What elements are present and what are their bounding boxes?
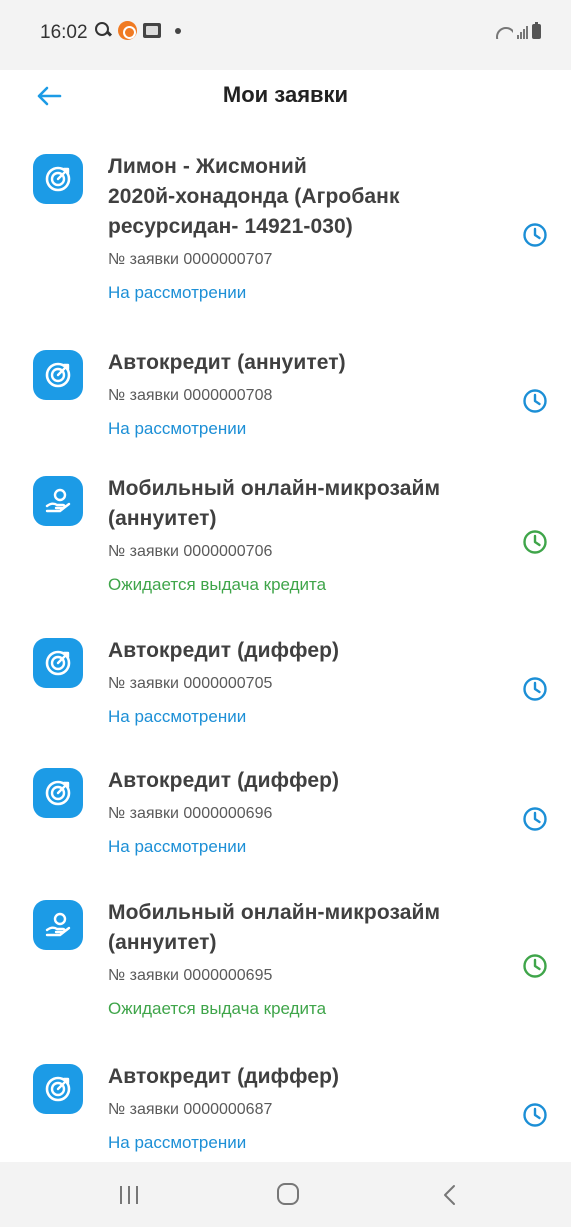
application-title-line: ресурсидан- 14921-030) <box>108 215 353 238</box>
target-icon <box>33 638 83 688</box>
application-title: Автокредит (диффер) <box>108 766 508 796</box>
application-number: № заявки 0000000706 <box>108 543 273 560</box>
target-icon <box>33 768 83 818</box>
application-number: № заявки 0000000707 <box>108 251 273 268</box>
status-bar: 16:02 <box>0 0 571 70</box>
target-icon <box>33 350 83 400</box>
application-item[interactable]: Мобильный онлайн-микрозайм (аннуитет) № за… <box>0 474 571 597</box>
application-number: № заявки 0000000695 <box>108 967 273 984</box>
clock-icon <box>523 388 547 413</box>
application-title-line: Мобильный онлайн-микрозайм <box>108 901 441 924</box>
application-status: На рассмотрении <box>108 283 247 302</box>
application-title: Автокредит (диффер) <box>108 1062 508 1092</box>
clock-icon <box>523 806 547 831</box>
page-title: Мои заявки <box>222 82 349 107</box>
application-number: № заявки 0000000705 <box>108 675 273 692</box>
application-status: На рассмотрении <box>108 837 247 856</box>
application-status: На рассмотрении <box>108 1133 247 1152</box>
application-status: Ожидается выдача кредита <box>108 999 327 1018</box>
application-title-line: (аннуитет) <box>108 931 217 954</box>
application-status: На рассмотрении <box>108 419 247 438</box>
application-title: Автокредит (аннуитет) <box>108 348 508 378</box>
application-item[interactable]: Автокредит (диффер) № заявки 0000000705 На… <box>0 636 571 729</box>
application-item[interactable]: Автокредит (диффер) № заявки 0000000687 На… <box>0 1062 571 1155</box>
application-item[interactable]: Лимон - Жисмоний 2020й-хонадонда (Агробан… <box>0 152 571 305</box>
application-details: Автокредит (диффер) № заявки 0000000696 На… <box>108 766 508 859</box>
application-title-line: Автокредит (диффер) <box>108 639 340 662</box>
application-details: Автокредит (диффер) № заявки 0000000705 На… <box>108 636 508 729</box>
wifi-icon <box>495 25 513 39</box>
clock-icon <box>523 676 547 701</box>
application-details: Мобильный онлайн-микрозайм (аннуитет) № за… <box>108 898 508 1021</box>
target-icon <box>33 154 83 204</box>
status-notification-icons <box>95 21 181 40</box>
application-status: Ожидается выдача кредита <box>108 575 327 594</box>
hand-coin-icon <box>33 900 83 950</box>
application-status: На рассмотрении <box>108 707 247 726</box>
target-icon <box>33 1064 83 1114</box>
status-time: 16:02 <box>40 22 88 43</box>
search-icon <box>95 22 112 39</box>
dot-icon <box>175 27 181 34</box>
application-title-line: (аннуитет) <box>108 507 217 530</box>
application-details: Мобильный онлайн-микрозайм (аннуитет) № за… <box>108 474 508 597</box>
application-title-line: Мобильный онлайн-микрозайм <box>108 477 441 500</box>
signal-icon <box>517 26 528 39</box>
app-header: Мои заявки <box>0 70 571 134</box>
application-title-line: 2020й-хонадонда (Агробанк <box>108 185 400 208</box>
application-item[interactable]: Автокредит (диффер) № заявки 0000000696 На… <box>0 766 571 859</box>
hand-coin-icon <box>33 476 83 526</box>
application-number: № заявки 0000000687 <box>108 1101 273 1118</box>
application-title-line: Автокредит (диффер) <box>108 1065 340 1088</box>
application-number: № заявки 0000000708 <box>108 387 273 404</box>
application-title-line: Лимон - Жисмоний <box>108 155 307 178</box>
back-icon[interactable] <box>440 1184 460 1206</box>
gallery-icon <box>143 23 161 38</box>
application-title: Автокредит (диффер) <box>108 636 508 666</box>
application-title: Лимон - Жисмоний 2020й-хонадонда (Агробан… <box>108 152 508 242</box>
application-details: Автокредит (диффер) № заявки 0000000687 На… <box>108 1062 508 1155</box>
app-notification-icon <box>118 21 137 40</box>
application-item[interactable]: Мобильный онлайн-микрозайм (аннуитет) № за… <box>0 898 571 1021</box>
home-icon[interactable] <box>277 1183 299 1205</box>
application-details: Лимон - Жисмоний 2020й-хонадонда (Агробан… <box>108 152 508 305</box>
status-system-icons <box>495 22 541 39</box>
recent-apps-icon[interactable] <box>120 1186 138 1204</box>
battery-icon <box>532 22 541 39</box>
application-details: Автокредит (аннуитет) № заявки 0000000708… <box>108 348 508 441</box>
clock-icon <box>523 1102 547 1127</box>
application-number: № заявки 0000000696 <box>108 805 273 822</box>
clock-icon <box>523 953 547 978</box>
application-item[interactable]: Автокредит (аннуитет) № заявки 0000000708… <box>0 348 571 441</box>
application-title: Мобильный онлайн-микрозайм (аннуитет) <box>108 898 508 958</box>
clock-icon <box>523 529 547 554</box>
system-nav-bar <box>0 1162 571 1227</box>
application-title-line: Автокредит (диффер) <box>108 769 340 792</box>
clock-icon <box>523 222 547 247</box>
application-title-line: Автокредит (аннуитет) <box>108 351 346 374</box>
application-title: Мобильный онлайн-микрозайм (аннуитет) <box>108 474 508 534</box>
